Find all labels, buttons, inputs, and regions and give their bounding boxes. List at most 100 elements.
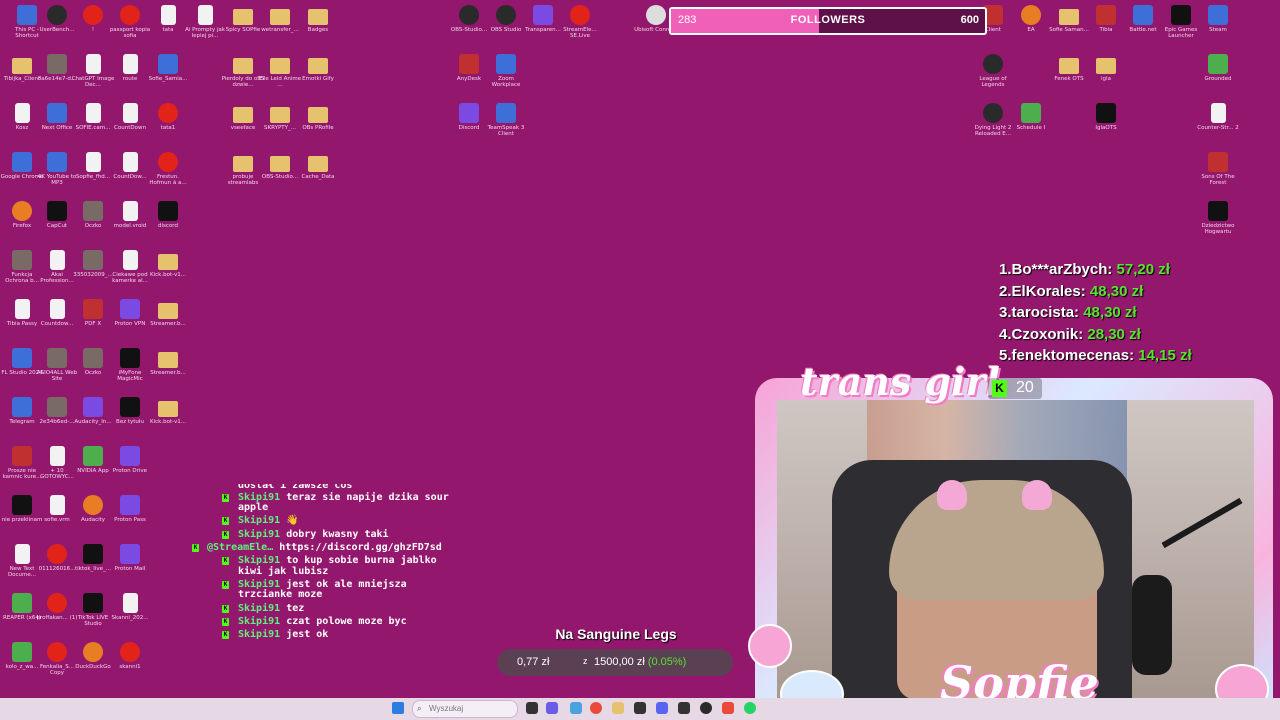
- desktop-icon[interactable]: Dziedzictwo Hogwartu: [1196, 201, 1240, 235]
- desktop-icon[interactable]: Proton Pass: [108, 495, 152, 523]
- desktop-icon[interactable]: Cache_Data: [296, 152, 340, 180]
- desktop-icon[interactable]: Frestun. Hofmun á a...: [146, 152, 190, 186]
- messenger-icon[interactable]: [656, 702, 668, 714]
- app-icon: [12, 152, 32, 172]
- folder-icon: [270, 9, 290, 25]
- kick-badge-icon: K: [222, 604, 229, 613]
- doc-icon: [14, 544, 30, 564]
- desktop-icon[interactable]: League of Legends: [971, 54, 1015, 88]
- start-button[interactable]: [392, 702, 404, 714]
- desktop-icon[interactable]: skanni1: [108, 642, 152, 670]
- chat-text: 👋: [286, 515, 299, 527]
- photo-icon: [47, 54, 67, 74]
- red-icon: [459, 54, 479, 74]
- leaderboard-name: tarocista:: [1011, 304, 1080, 321]
- desktop-icon[interactable]: Streamer.b...: [146, 348, 190, 376]
- taskbar-app-icon[interactable]: [634, 702, 646, 714]
- photo-icon: [83, 348, 103, 368]
- pdf-icon: [47, 593, 67, 613]
- leaderboard-rank: 3.: [999, 304, 1012, 321]
- taskbar: ⌕ Wyszukaj: [0, 698, 1280, 720]
- desktop-icon[interactable]: Steam: [1196, 5, 1240, 33]
- taskbar-search[interactable]: ⌕ Wyszukaj: [412, 700, 518, 718]
- desktop-icon[interactable]: Sons Of The Forest: [1196, 152, 1240, 186]
- desktop-icon[interactable]: Emotki Gify: [296, 54, 340, 82]
- folder-icon: [233, 9, 253, 25]
- taskbar-app-icon[interactable]: [722, 702, 734, 714]
- folder-icon: [233, 107, 253, 123]
- kick-badge-icon: K: [222, 630, 229, 639]
- desktop-icon[interactable]: Kick.bot-v1...: [146, 397, 190, 425]
- task-view-icon[interactable]: [526, 702, 538, 714]
- desktop-icon[interactable]: StreamEle... SE.Live: [558, 5, 602, 39]
- red-icon: [1096, 5, 1116, 25]
- desktop-icon-label: Proton Drive: [112, 468, 148, 474]
- desktop-icon[interactable]: Sofie_Samia...: [146, 54, 190, 82]
- kick-badge-icon: K: [192, 543, 199, 552]
- desktop-icon[interactable]: Proton Mail: [108, 544, 152, 572]
- microphone-icon: [1132, 575, 1172, 675]
- ubi-icon: [646, 5, 666, 25]
- desktop-icon[interactable]: Kick.bot-v1...: [146, 250, 190, 278]
- webcam-feed: [777, 400, 1254, 700]
- desktop-icon-label: Schedule I: [1016, 125, 1046, 131]
- app-icon: [17, 5, 37, 25]
- desktop-icon[interactable]: discord: [146, 201, 190, 229]
- desktop-icon[interactable]: Streamer.b...: [146, 299, 190, 327]
- taskbar-app-icon[interactable]: [678, 702, 690, 714]
- doc-icon: [85, 103, 101, 123]
- file-explorer-icon[interactable]: [612, 702, 624, 714]
- leaderboard-rank: 5.: [999, 347, 1012, 364]
- pdf-icon: [47, 642, 67, 662]
- obs-icon[interactable]: [700, 702, 712, 714]
- desktop-icon-label: Emotki Gify: [302, 76, 334, 82]
- desktop-icon[interactable]: Grounded: [1196, 54, 1240, 82]
- desktop-icon-label: Cache_Data: [301, 174, 335, 180]
- desktop-icon[interactable]: igla: [1084, 54, 1128, 82]
- desktop-icon[interactable]: IglaOTS: [1084, 103, 1128, 131]
- folder-icon: [233, 58, 253, 74]
- desktop-icon[interactable]: Skanni_202...: [108, 593, 152, 621]
- folder-icon: [308, 156, 328, 172]
- desktop-icon[interactable]: tata1: [146, 103, 190, 131]
- desktop-icon-label: Counter-Str... 2: [1197, 125, 1239, 131]
- leaderboard-amount: 28,30 zł: [1087, 325, 1141, 343]
- chat-message: K Skipi91 jest ok: [190, 629, 460, 641]
- chat-text: czat polowe moze byc: [286, 615, 407, 627]
- photo-icon: [12, 250, 32, 270]
- folder-icon: [12, 58, 32, 74]
- taskbar-app-icon[interactable]: [546, 702, 558, 714]
- desktop-icon-label: OBs PRofile: [302, 125, 334, 131]
- desktop-icon-label: Badges: [307, 27, 329, 33]
- desktop-icon[interactable]: Schedule I: [1009, 103, 1053, 131]
- red-icon: [83, 299, 103, 319]
- desktop-icon-label: League of Legends: [979, 76, 1007, 88]
- doc-icon: [122, 593, 138, 613]
- chat-text: dostał i zawsze cos: [238, 484, 353, 490]
- chat-message: K Skipi91 👋: [190, 516, 460, 527]
- desktop-icon[interactable]: Badges: [296, 5, 340, 33]
- pdf-icon: [120, 5, 140, 25]
- chat-text[interactable]: https://discord.gg/ghzFD7sd: [279, 542, 442, 553]
- app-icon: [496, 103, 516, 123]
- folder-icon: [158, 401, 178, 417]
- mic-arm: [1161, 497, 1243, 549]
- chrome-icon[interactable]: [590, 702, 602, 714]
- chat-message: K Skipi91 jest ok ale mniejsza trzcianke …: [190, 579, 460, 601]
- taskbar-app-icon[interactable]: [570, 702, 582, 714]
- whatsapp-icon[interactable]: [744, 702, 756, 714]
- desktop-icon[interactable]: Zoom Workplace: [484, 54, 528, 88]
- desktop-icon[interactable]: TeamSpeak 3 Client: [484, 103, 528, 137]
- dark-icon: [983, 103, 1003, 123]
- app-icon: [47, 152, 67, 172]
- desktop-icon[interactable]: Proton Drive: [108, 446, 152, 474]
- pdf-icon: [570, 5, 590, 25]
- desktop-icon[interactable]: OBs PRofile: [296, 103, 340, 131]
- kick-badge-icon: K: [222, 493, 229, 502]
- pdf-icon: [158, 103, 178, 123]
- folder-icon: [270, 107, 290, 123]
- green-icon: [1021, 103, 1041, 123]
- desktop-icon[interactable]: Counter-Str... 2: [1196, 103, 1240, 131]
- doc-icon: [49, 250, 65, 270]
- black-icon: [83, 544, 103, 564]
